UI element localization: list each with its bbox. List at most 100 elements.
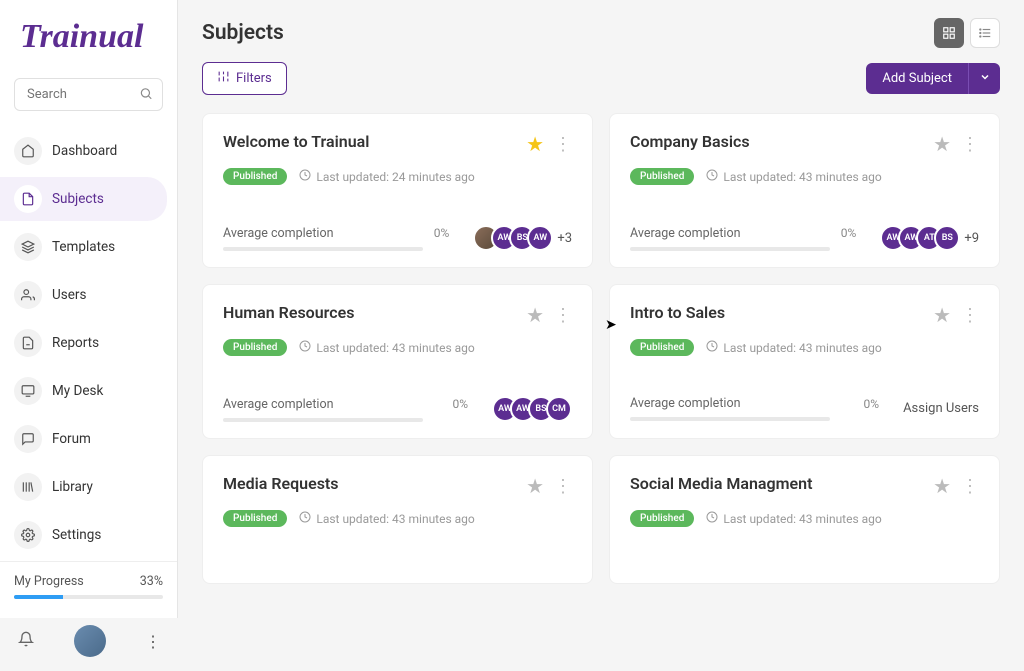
card-actions: ★ ⋮ [526,303,572,327]
sidebar-item-library[interactable]: Library [0,465,177,509]
clock-icon [706,340,718,355]
card-header: Media Requests ★ ⋮ [223,474,572,498]
sidebar-item-forum[interactable]: Forum [0,417,177,461]
completion-bar [630,247,830,251]
report-icon [14,329,42,357]
card-title: Company Basics [630,132,750,151]
card-footer: Average completion 0% AWBSAW+3 [223,225,572,251]
avatar: AW [527,225,553,251]
card-more-icon[interactable]: ⋮ [554,305,572,326]
sidebar-item-mydesk[interactable]: My Desk [0,369,177,413]
card-title: Media Requests [223,474,339,493]
add-subject-dropdown[interactable] [968,63,1000,94]
card-meta: Published Last updated: 43 minutes ago [223,510,572,527]
status-badge: Published [630,168,694,185]
sidebar-item-dashboard[interactable]: Dashboard [0,129,177,173]
sidebar-item-templates[interactable]: Templates [0,225,177,269]
star-icon[interactable]: ★ [933,303,951,327]
card-more-icon[interactable]: ⋮ [554,476,572,497]
card-title: Welcome to Trainual [223,132,369,151]
card-meta: Published Last updated: 24 minutes ago [223,168,572,185]
sidebar-footer: ⋮ [0,611,177,671]
avatar-more-count: +3 [557,231,572,246]
chat-icon [14,425,42,453]
page-title: Subjects [202,21,284,45]
clock-icon [706,169,718,184]
home-icon [14,137,42,165]
gear-icon [14,521,42,549]
completion-percent: 0% [864,397,880,411]
subject-card[interactable]: Company Basics ★ ⋮ Published Last update… [609,113,1000,268]
my-progress: My Progress 33% [0,561,177,611]
avatar: CM [546,396,572,422]
subject-card[interactable]: Media Requests ★ ⋮ Published Last update… [202,455,593,584]
star-icon[interactable]: ★ [933,474,951,498]
sidebar-item-label: Users [52,287,86,303]
sidebar-item-label: Library [52,479,93,495]
status-badge: Published [223,168,287,185]
card-meta: Published Last updated: 43 minutes ago [630,168,979,185]
avatar-stack[interactable]: AWAWBSCM [492,396,572,422]
completion-label: Average completion [630,396,864,411]
clock-icon [706,511,718,526]
star-icon[interactable]: ★ [933,132,951,156]
card-meta: Published Last updated: 43 minutes ago [630,510,979,527]
card-title: Social Media Managment [630,474,812,493]
status-badge: Published [223,339,287,356]
subject-card[interactable]: Social Media Managment ★ ⋮ Published Las… [609,455,1000,584]
last-updated: Last updated: 43 minutes ago [706,511,881,526]
clock-icon [299,340,311,355]
sidebar-item-settings[interactable]: Settings [0,513,177,557]
sidebar-item-label: Subjects [52,191,104,207]
view-toggle [934,18,1000,48]
grid-view-button[interactable] [934,18,964,48]
search-box [14,78,163,111]
list-view-button[interactable] [970,18,1000,48]
subject-card[interactable]: Intro to Sales ★ ⋮ Published Last update… [609,284,1000,439]
sidebar-item-label: Dashboard [52,143,117,159]
assign-users-link[interactable]: Assign Users [903,401,979,416]
filters-label: Filters [236,71,272,86]
star-icon[interactable]: ★ [526,303,544,327]
card-meta: Published Last updated: 43 minutes ago [223,339,572,356]
last-updated: Last updated: 43 minutes ago [706,169,881,184]
sidebar-item-reports[interactable]: Reports [0,321,177,365]
subject-card[interactable]: Welcome to Trainual ★ ⋮ Published Last u… [202,113,593,268]
sidebar-item-label: Forum [52,431,91,447]
sidebar-item-subjects[interactable]: Subjects [0,177,167,221]
avatar: BS [934,225,960,251]
card-more-icon[interactable]: ⋮ [961,305,979,326]
star-icon[interactable]: ★ [526,132,544,156]
avatar-stack[interactable]: AWAWATBS+9 [880,225,979,251]
avatar-more-count: +9 [964,231,979,246]
subject-card[interactable]: Human Resources ★ ⋮ Published Last updat… [202,284,593,439]
library-icon [14,473,42,501]
clock-icon [299,511,311,526]
bell-icon[interactable] [18,631,34,651]
clock-icon [299,169,311,184]
sidebar-item-label: Templates [52,239,115,255]
more-vertical-icon[interactable]: ⋮ [145,632,159,651]
sidebar: Trainual Dashboard Subjects Templates Us… [0,0,178,618]
avatar-stack[interactable]: AWBSAW+3 [473,225,572,251]
sidebar-item-users[interactable]: Users [0,273,177,317]
filters-button[interactable]: Filters [202,62,287,95]
completion-label: Average completion [223,397,452,412]
card-more-icon[interactable]: ⋮ [554,134,572,155]
sidebar-item-label: My Desk [52,383,103,399]
last-updated: Last updated: 24 minutes ago [299,169,474,184]
user-avatar[interactable] [74,625,106,657]
card-actions: ★ ⋮ [933,474,979,498]
last-updated: Last updated: 43 minutes ago [706,340,881,355]
star-icon[interactable]: ★ [526,474,544,498]
main-content: Subjects Filters Add Subject Welcome to … [178,0,1024,618]
add-subject-button[interactable]: Add Subject [866,63,968,94]
completion-percent: 0% [434,226,450,240]
nav: Dashboard Subjects Templates Users Repor… [0,129,177,561]
completion-percent: 0% [452,397,468,411]
card-more-icon[interactable]: ⋮ [961,134,979,155]
card-more-icon[interactable]: ⋮ [961,476,979,497]
card-header: Intro to Sales ★ ⋮ [630,303,979,327]
page-header: Subjects [202,18,1000,48]
status-badge: Published [630,339,694,356]
